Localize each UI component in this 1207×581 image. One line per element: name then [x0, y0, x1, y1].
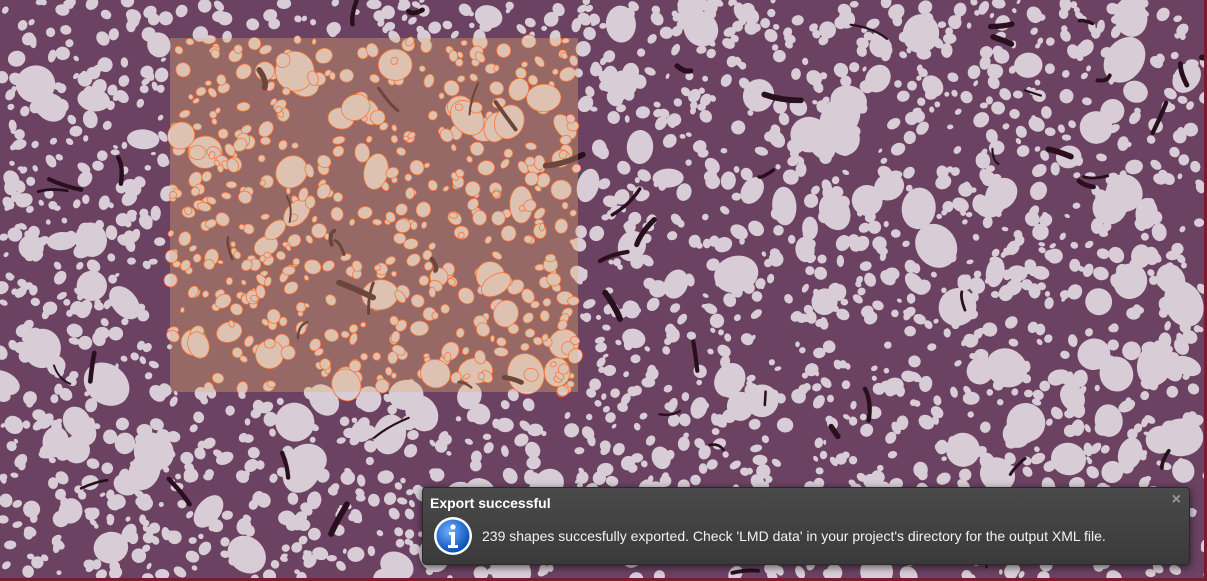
- export-notification: Export successful × 239 shapes succesful…: [422, 487, 1190, 565]
- notification-message: 239 shapes succesfully exported. Check '…: [482, 528, 1106, 544]
- vessel-shape: [763, 390, 767, 407]
- alveolus-shape: [244, 418, 251, 426]
- close-icon[interactable]: ×: [1172, 491, 1181, 509]
- slide-image-viewer[interactable]: Export successful × 239 shapes succesful…: [0, 0, 1207, 581]
- alveolus-shape: [14, 341, 29, 354]
- alveolus-shape: [840, 298, 849, 306]
- alveolus-shape: [1130, 305, 1145, 315]
- vessel-shape: [406, 7, 425, 16]
- notification-title: Export successful: [430, 495, 551, 511]
- alveolus-shape: [95, 91, 103, 98]
- info-icon: [434, 517, 472, 555]
- selection-tint: [170, 38, 578, 392]
- selected-region: [170, 38, 578, 392]
- alveolus-shape: [326, 555, 337, 562]
- vessel-shape: [987, 21, 1015, 30]
